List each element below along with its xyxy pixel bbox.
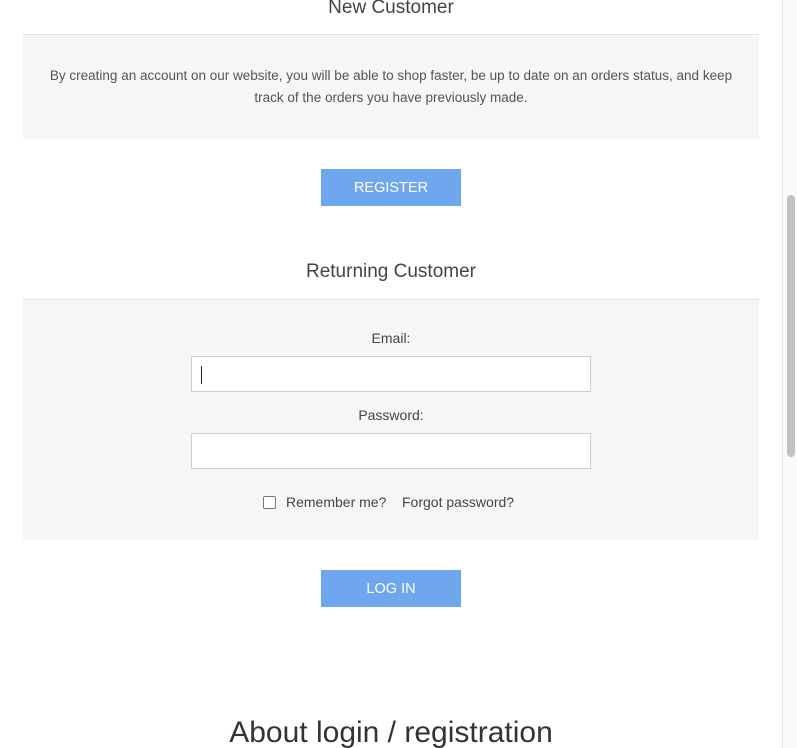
scrollbar-thumb[interactable] xyxy=(787,195,795,457)
email-label: Email: xyxy=(371,330,411,346)
remember-me-label[interactable]: Remember me? xyxy=(286,494,386,510)
password-field[interactable] xyxy=(191,433,591,469)
new-customer-text: By creating an account on our website, y… xyxy=(49,68,733,105)
page-scrollbar[interactable] xyxy=(782,0,797,748)
login-button[interactable]: LOG IN xyxy=(321,570,461,607)
remember-me-checkbox[interactable] xyxy=(263,496,276,509)
returning-customer-panel: Email: Password: Remember me? Forgot pas… xyxy=(23,300,759,540)
new-customer-title: New Customer xyxy=(328,0,454,18)
password-label: Password: xyxy=(358,407,424,423)
forgot-password-link[interactable]: Forgot password? xyxy=(402,494,514,510)
login-page: New Customer By creating an account on o… xyxy=(0,0,797,748)
register-button[interactable]: REGISTER xyxy=(321,169,461,206)
about-login-title: About login / registration xyxy=(229,716,553,748)
email-field[interactable] xyxy=(191,356,591,392)
text-caret xyxy=(201,366,202,384)
returning-customer-title: Returning Customer xyxy=(305,261,477,282)
new-customer-panel: By creating an account on our website, y… xyxy=(23,35,759,139)
remember-row: Remember me? Forgot password? xyxy=(23,494,759,512)
